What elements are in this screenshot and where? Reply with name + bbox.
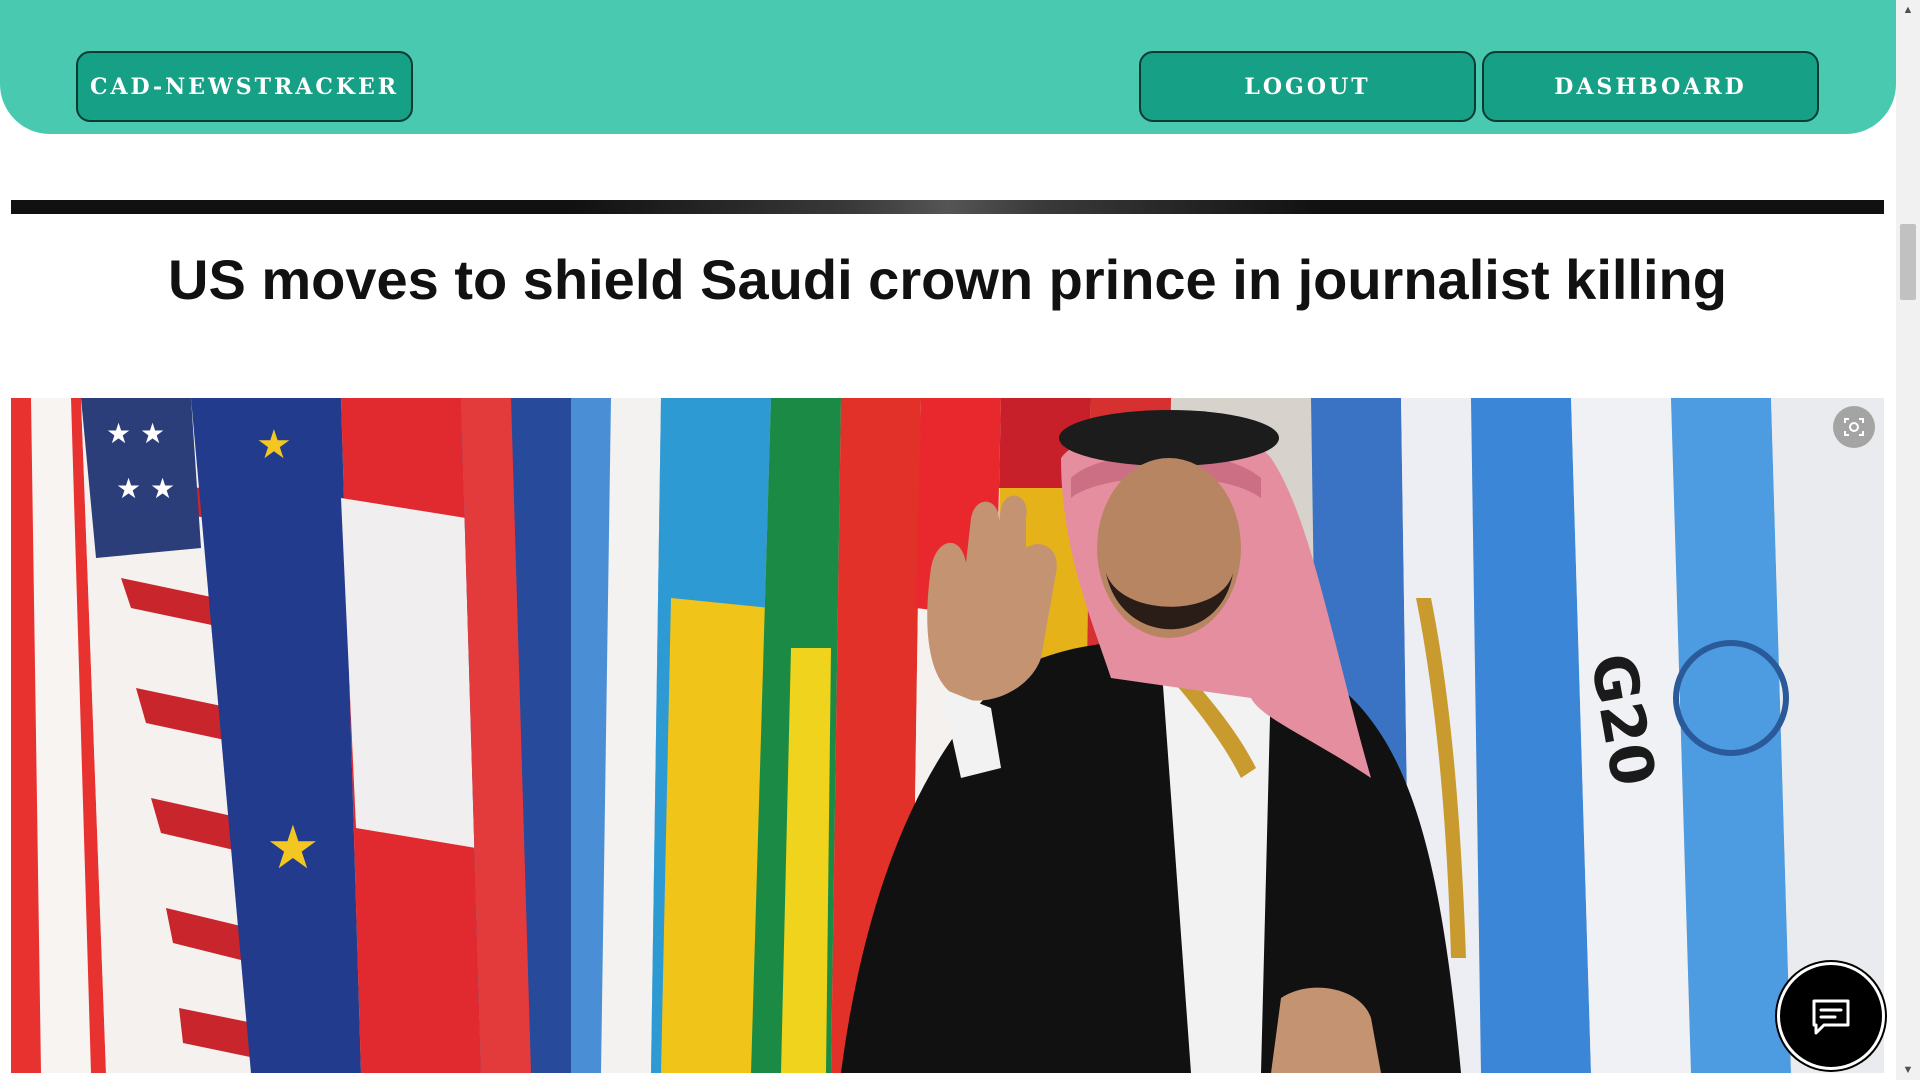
arrow-up-icon[interactable]: ▲ — [1896, 0, 1920, 20]
article-image: ★ ★ ★ ★ ★ ★ G20 — [11, 398, 1884, 1073]
dashboard-button[interactable]: DASHBOARD — [1482, 51, 1819, 122]
arrow-down-icon[interactable]: ▼ — [1896, 1060, 1920, 1080]
svg-text:★ ★: ★ ★ — [116, 472, 175, 505]
vertical-scrollbar[interactable]: ▲ ▼ — [1896, 0, 1920, 1080]
headline-divider — [11, 200, 1884, 214]
chat-bubble-icon — [1808, 993, 1854, 1039]
chat-button[interactable] — [1777, 962, 1885, 1070]
visual-search-button[interactable] — [1833, 406, 1875, 448]
svg-text:★: ★ — [266, 813, 320, 883]
logout-button[interactable]: LOGOUT — [1139, 51, 1476, 122]
article-headline: US moves to shield Saudi crown prince in… — [168, 248, 1727, 311]
page: CAD-NEWSTRACKER LOGOUT DASHBOARD US move… — [0, 0, 1920, 1080]
brand-button[interactable]: CAD-NEWSTRACKER — [76, 51, 413, 122]
svg-text:★: ★ — [256, 422, 292, 468]
visual-search-icon — [1842, 415, 1866, 439]
scrollbar-thumb[interactable] — [1900, 224, 1916, 300]
top-navbar: CAD-NEWSTRACKER LOGOUT DASHBOARD — [0, 0, 1896, 134]
svg-text:★ ★: ★ ★ — [106, 417, 165, 450]
